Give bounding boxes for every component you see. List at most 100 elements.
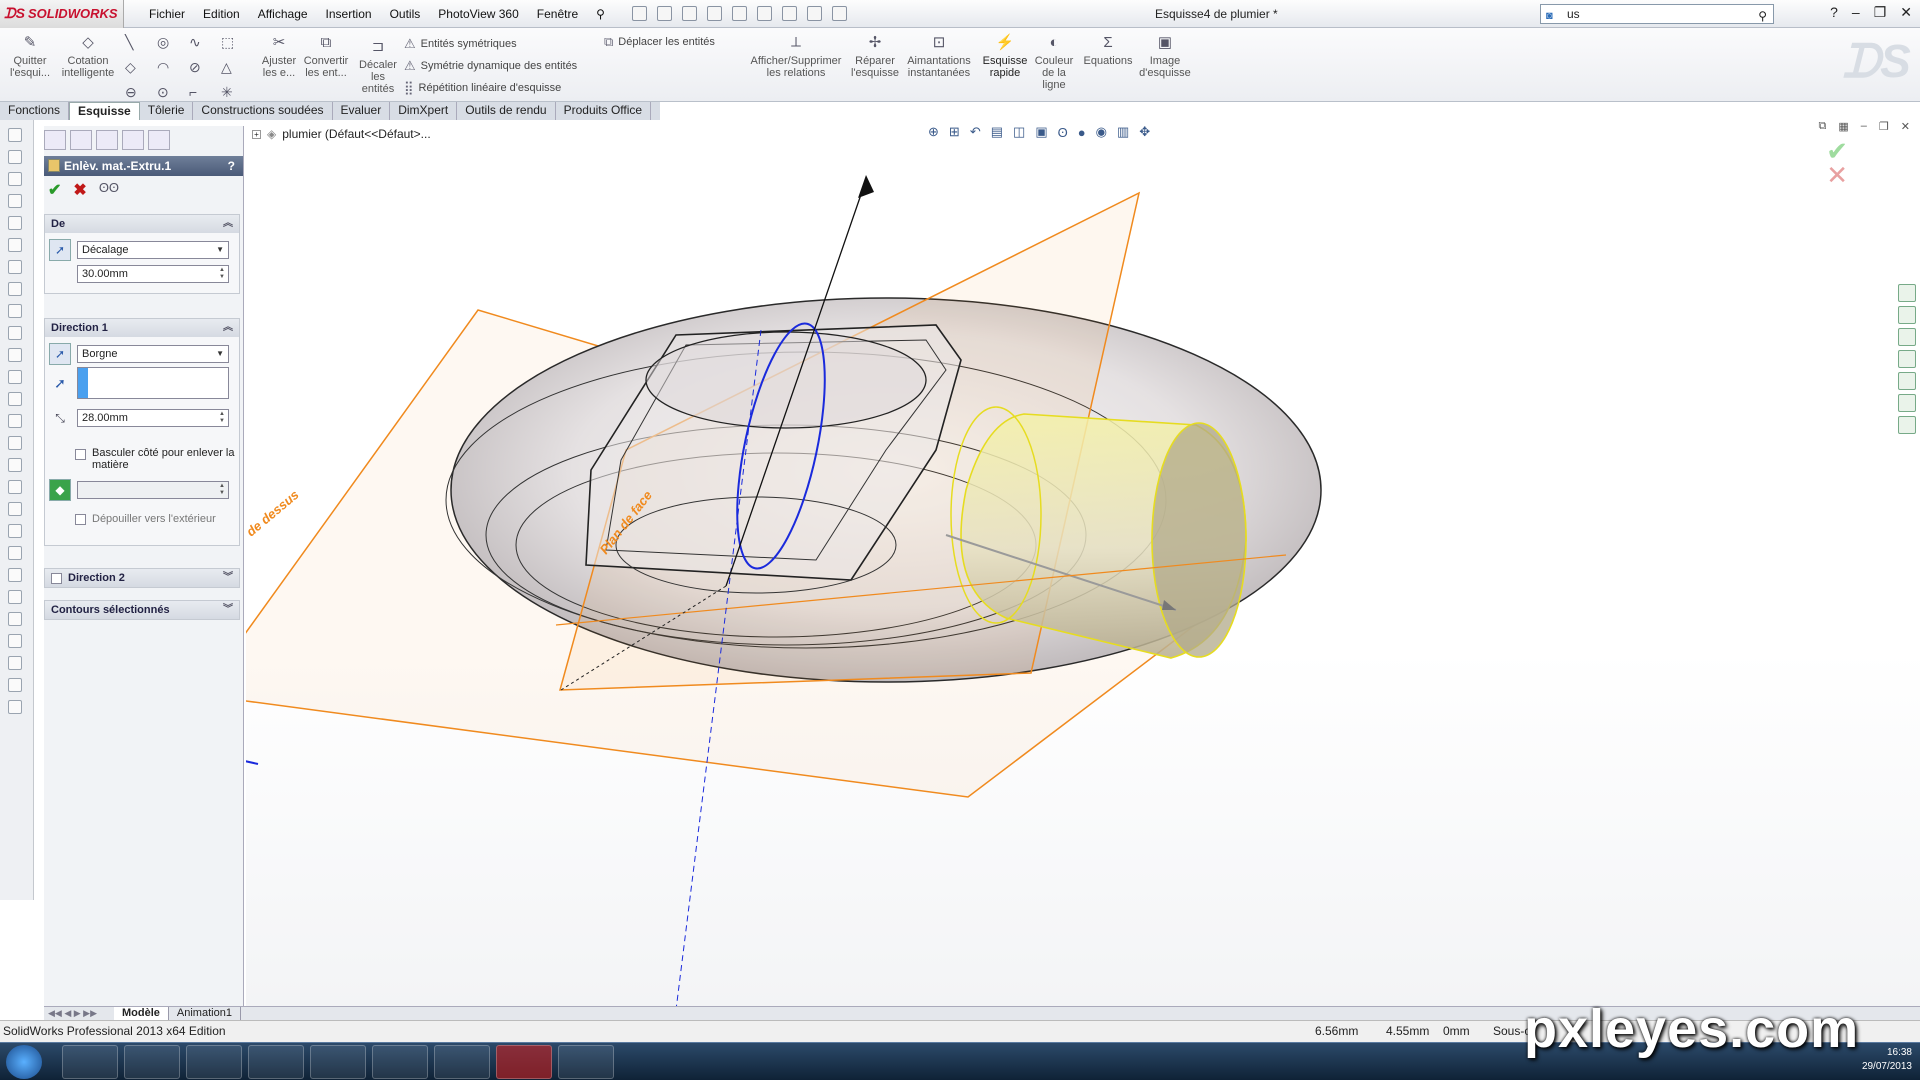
minimize-icon[interactable]: – [1852,4,1860,21]
folder-icon[interactable] [1898,350,1916,368]
end-condition-select[interactable]: Borgne [77,345,229,363]
ok-icon[interactable]: ✔ [48,180,61,200]
rapid-sketch-button[interactable]: ⚡ Esquisse rapide [980,34,1030,79]
new-icon[interactable] [631,6,647,21]
app-logo[interactable]: ᗪS SOLIDWORKS [0,0,124,28]
tool-icon[interactable] [8,128,22,142]
point-icon[interactable]: ✳ [221,84,253,101]
graphics-area[interactable]: + ◈ plumier (Défaut<<Défaut>... ⊕ ⊞ ↶ ▤ … [246,120,1920,1006]
tool-icon[interactable] [8,634,22,648]
from-offset-input[interactable]: 30.00mm [77,265,229,283]
tool-icon[interactable] [8,612,22,626]
slot-icon[interactable]: ⊖ [125,84,157,101]
group-direction2-header[interactable]: Direction 2 ︾ [45,569,239,587]
pin-icon[interactable]: ⚲ [587,7,614,21]
direction-selection-box[interactable] [77,367,229,399]
file-explorer-icon[interactable] [1898,328,1916,346]
mail-icon[interactable] [558,1045,614,1079]
solidworks-resources-icon[interactable] [1898,284,1916,302]
convert-entities-button[interactable]: ⧉ Convertir les ent... [302,34,350,79]
tool-icon[interactable] [8,172,22,186]
dynamic-mirror-button[interactable]: ⚠ Symétrie dynamique des entités [404,58,577,74]
tool-icon[interactable] [8,656,22,670]
tool-icon[interactable] [8,480,22,494]
move-entities-button[interactable]: ⧉ Déplacer les entités [604,34,715,50]
tab-animation1[interactable]: Animation1 [169,1007,241,1020]
tool-icon[interactable] [8,216,22,230]
tool-icon[interactable] [8,304,22,318]
collapse-icon[interactable]: ︽ [223,215,233,233]
flip-side-checkbox[interactable] [75,449,86,460]
ellipse-icon[interactable]: ⊘ [189,59,221,76]
menu-fichier[interactable]: Fichier [140,7,194,21]
repair-sketch-button[interactable]: ✢ Réparer l'esquisse [848,34,902,79]
configuration-manager-icon[interactable] [96,130,118,150]
equations-button[interactable]: Σ Equations [1082,34,1134,67]
arc-icon[interactable]: ◠ [157,59,189,76]
model-viewport[interactable]: Plan de face de dessus [246,120,1920,1006]
line-color-button[interactable]: ◐ Couleur de la ligne [1034,34,1074,91]
group-selected-contours-header[interactable]: Contours sélectionnés ︾ [45,601,239,619]
line-icon[interactable]: ╲ [125,34,157,51]
mirror-entities-button[interactable]: ⚠ Entités symétriques [404,36,517,52]
draft-angle-input[interactable] [77,481,229,499]
tab-evaluer[interactable]: Evaluer [333,102,391,120]
tab-produits-office[interactable]: Produits Office [556,102,652,120]
tool-icon[interactable] [8,700,22,714]
collapse-icon[interactable]: ︽ [223,319,233,337]
camera-icon[interactable] [372,1045,428,1079]
tool-icon[interactable] [8,568,22,582]
solidworks-taskbar-icon[interactable] [496,1045,552,1079]
tool-icon[interactable] [8,414,22,428]
open-icon[interactable] [656,6,672,21]
target-icon[interactable]: ⊙ [157,84,189,101]
tool-icon[interactable] [8,502,22,516]
trim-button[interactable]: ✂ Ajuster les e... [260,34,298,79]
tool-icon[interactable] [8,150,22,164]
menu-photoview[interactable]: PhotoView 360 [429,7,528,21]
tab-outils-de-rendu[interactable]: Outils de rendu [457,102,556,120]
tool-icon[interactable] [8,524,22,538]
menu-fenetre[interactable]: Fenêtre [528,7,587,21]
tab-modele[interactable]: Modèle [114,1007,169,1020]
tab-constructions-soudees[interactable]: Constructions soudées [193,102,333,120]
display-manager-icon[interactable] [148,130,170,150]
sketch-picture-button[interactable]: ▣ Image d'esquisse [1138,34,1192,79]
appearances-icon[interactable] [1898,394,1916,412]
tab-tolerie[interactable]: Tôlerie [140,102,194,120]
print-icon[interactable] [706,6,722,21]
from-type-select[interactable]: Décalage [77,241,229,259]
cancel-icon[interactable]: ✖ [73,180,86,200]
quit-sketch-button[interactable]: ✎ Quitter l'esqui... [6,34,54,79]
spline-icon[interactable]: ∿ [189,34,221,51]
group-from-header[interactable]: De ︽ [45,215,239,233]
tool-icon[interactable] [8,678,22,692]
media-player-icon[interactable] [186,1045,242,1079]
tool-icon[interactable] [8,590,22,604]
group-direction1-header[interactable]: Direction 1 ︽ [45,319,239,337]
tool-icon[interactable] [8,392,22,406]
tab-fonctions[interactable]: Fonctions [0,102,70,120]
options-icon[interactable] [831,6,847,21]
smart-dimension-button[interactable]: ◇ Cotation intelligente [60,34,116,79]
help-icon[interactable]: ? [1830,4,1838,21]
point-grid-icon[interactable]: ⬚ [221,34,253,51]
tool-icon[interactable] [8,370,22,384]
custom-properties-icon[interactable] [1898,416,1916,434]
search-icon[interactable]: ⚲ [1758,7,1767,25]
tab-dimxpert[interactable]: DimXpert [390,102,458,120]
offset-entities-button[interactable]: ⊐ Décaler les entités [356,38,400,95]
menu-outils[interactable]: Outils [381,7,430,21]
circle-icon[interactable]: ◎ [157,34,189,51]
tool-icon[interactable] [8,238,22,252]
tool-icon[interactable] [8,546,22,560]
tool-icon[interactable] [8,326,22,340]
menu-insertion[interactable]: Insertion [317,7,381,21]
display-relations-button[interactable]: ⟂ Afficher/Supprimer les relations [750,34,842,79]
polygon-icon[interactable]: ◇ [125,59,157,76]
undo-icon[interactable] [731,6,747,21]
property-manager-icon[interactable] [70,130,92,150]
design-library-icon[interactable] [1898,306,1916,324]
search-input[interactable]: ◙ us ⚲ [1540,4,1774,24]
depth-input[interactable]: 28.00mm [77,409,229,427]
